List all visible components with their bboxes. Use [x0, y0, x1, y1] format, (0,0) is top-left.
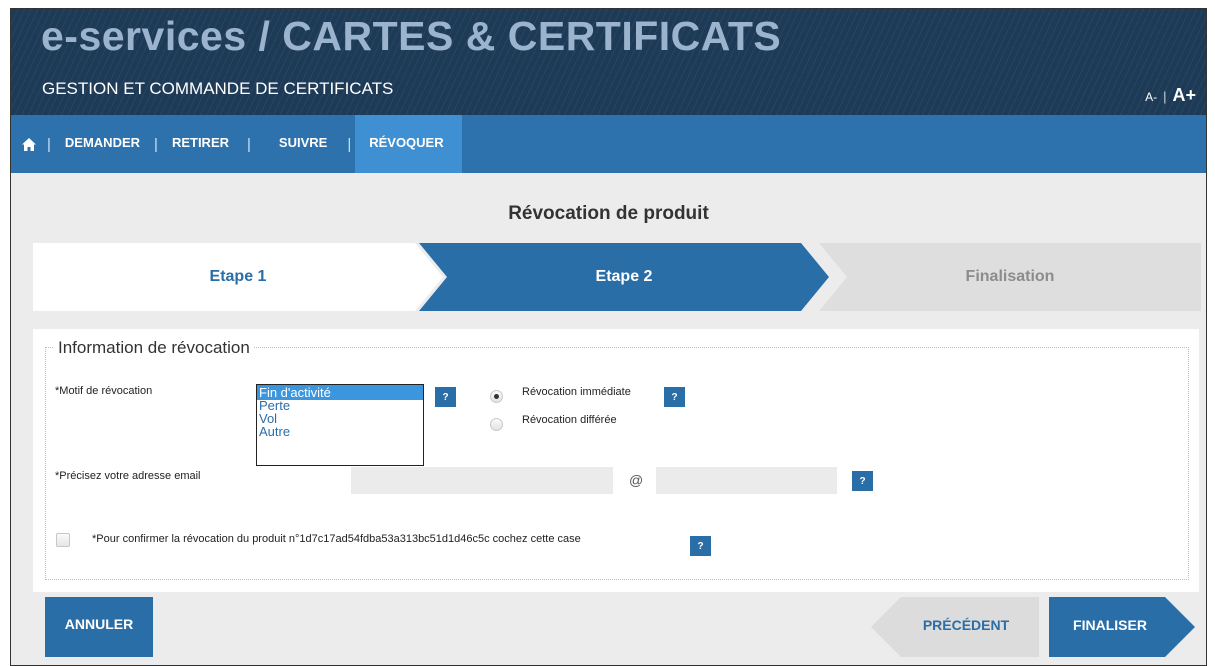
- home-icon: [22, 137, 36, 151]
- revocation-type-help-button[interactable]: ?: [664, 387, 685, 407]
- step-finalisation-label: Finalisation: [965, 268, 1055, 285]
- revocation-deferred-label: Révocation différée: [522, 414, 617, 426]
- main-nav: | DEMANDER | RETIRER | SUIVRE | RÉVOQUER: [11, 115, 1206, 173]
- font-size-separator: |: [1163, 89, 1167, 104]
- reason-listbox[interactable]: Fin d'activité Perte Vol Autre: [256, 384, 424, 466]
- step-progress: Etape 1 Etape 2 Finalisation: [33, 243, 1201, 311]
- step-1: Etape 1: [33, 243, 443, 311]
- reason-help-button[interactable]: ?: [435, 387, 456, 407]
- revocation-immediate-label: Révocation immédiate: [522, 386, 631, 398]
- reason-label: *Motif de révocation: [55, 385, 153, 397]
- at-sign: @: [629, 472, 644, 488]
- revocation-fieldset: Information de révocation *Motif de révo…: [45, 338, 1189, 580]
- form-panel: Information de révocation *Motif de révo…: [33, 329, 1199, 592]
- step-2-label: Etape 2: [595, 268, 653, 285]
- header-banner: e-services / CARTES & CERTIFICATS GESTIO…: [11, 9, 1206, 115]
- font-increase-button[interactable]: A+: [1172, 85, 1196, 106]
- nav-item-revoquer[interactable]: RÉVOQUER: [355, 115, 462, 173]
- confirm-help-button[interactable]: ?: [690, 536, 711, 556]
- nav-home-button[interactable]: [11, 115, 47, 173]
- page-title: Révocation de produit: [508, 203, 709, 224]
- email-domain-input[interactable]: [656, 467, 837, 494]
- font-size-controls: A- | A+: [1145, 85, 1196, 106]
- reason-option[interactable]: Perte: [257, 399, 423, 413]
- cancel-button[interactable]: ANNULER: [45, 597, 153, 657]
- finish-button[interactable]: FINALISER: [1049, 597, 1195, 657]
- step-2: Etape 2: [419, 243, 829, 311]
- font-decrease-button[interactable]: A-: [1145, 90, 1157, 104]
- nav-item-retirer[interactable]: RETIRER: [158, 115, 247, 173]
- email-label: *Précisez votre adresse email: [55, 470, 201, 482]
- site-subtitle: GESTION ET COMMANDE DE CERTIFICATS: [42, 79, 394, 98]
- previous-button[interactable]: PRÉCÉDENT: [871, 597, 1039, 657]
- nav-separator: |: [347, 135, 352, 153]
- site-title: e-services / CARTES & CERTIFICATS: [41, 13, 782, 59]
- step-1-label: Etape 1: [209, 268, 267, 285]
- email-user-input[interactable]: [351, 467, 613, 494]
- email-help-button[interactable]: ?: [852, 471, 873, 491]
- reason-option[interactable]: Autre: [257, 425, 423, 439]
- revocation-deferred-radio[interactable]: [490, 418, 503, 431]
- fieldset-legend: Information de révocation: [54, 338, 254, 358]
- confirm-label: *Pour confirmer la révocation du produit…: [92, 533, 581, 545]
- app-frame: e-services / CARTES & CERTIFICATS GESTIO…: [10, 8, 1207, 666]
- nav-item-suivre[interactable]: SUIVRE: [251, 115, 347, 173]
- revocation-immediate-radio[interactable]: [490, 390, 503, 403]
- nav-item-demander[interactable]: DEMANDER: [51, 115, 154, 173]
- step-finalisation: Finalisation: [819, 243, 1201, 311]
- confirm-checkbox[interactable]: [56, 533, 70, 547]
